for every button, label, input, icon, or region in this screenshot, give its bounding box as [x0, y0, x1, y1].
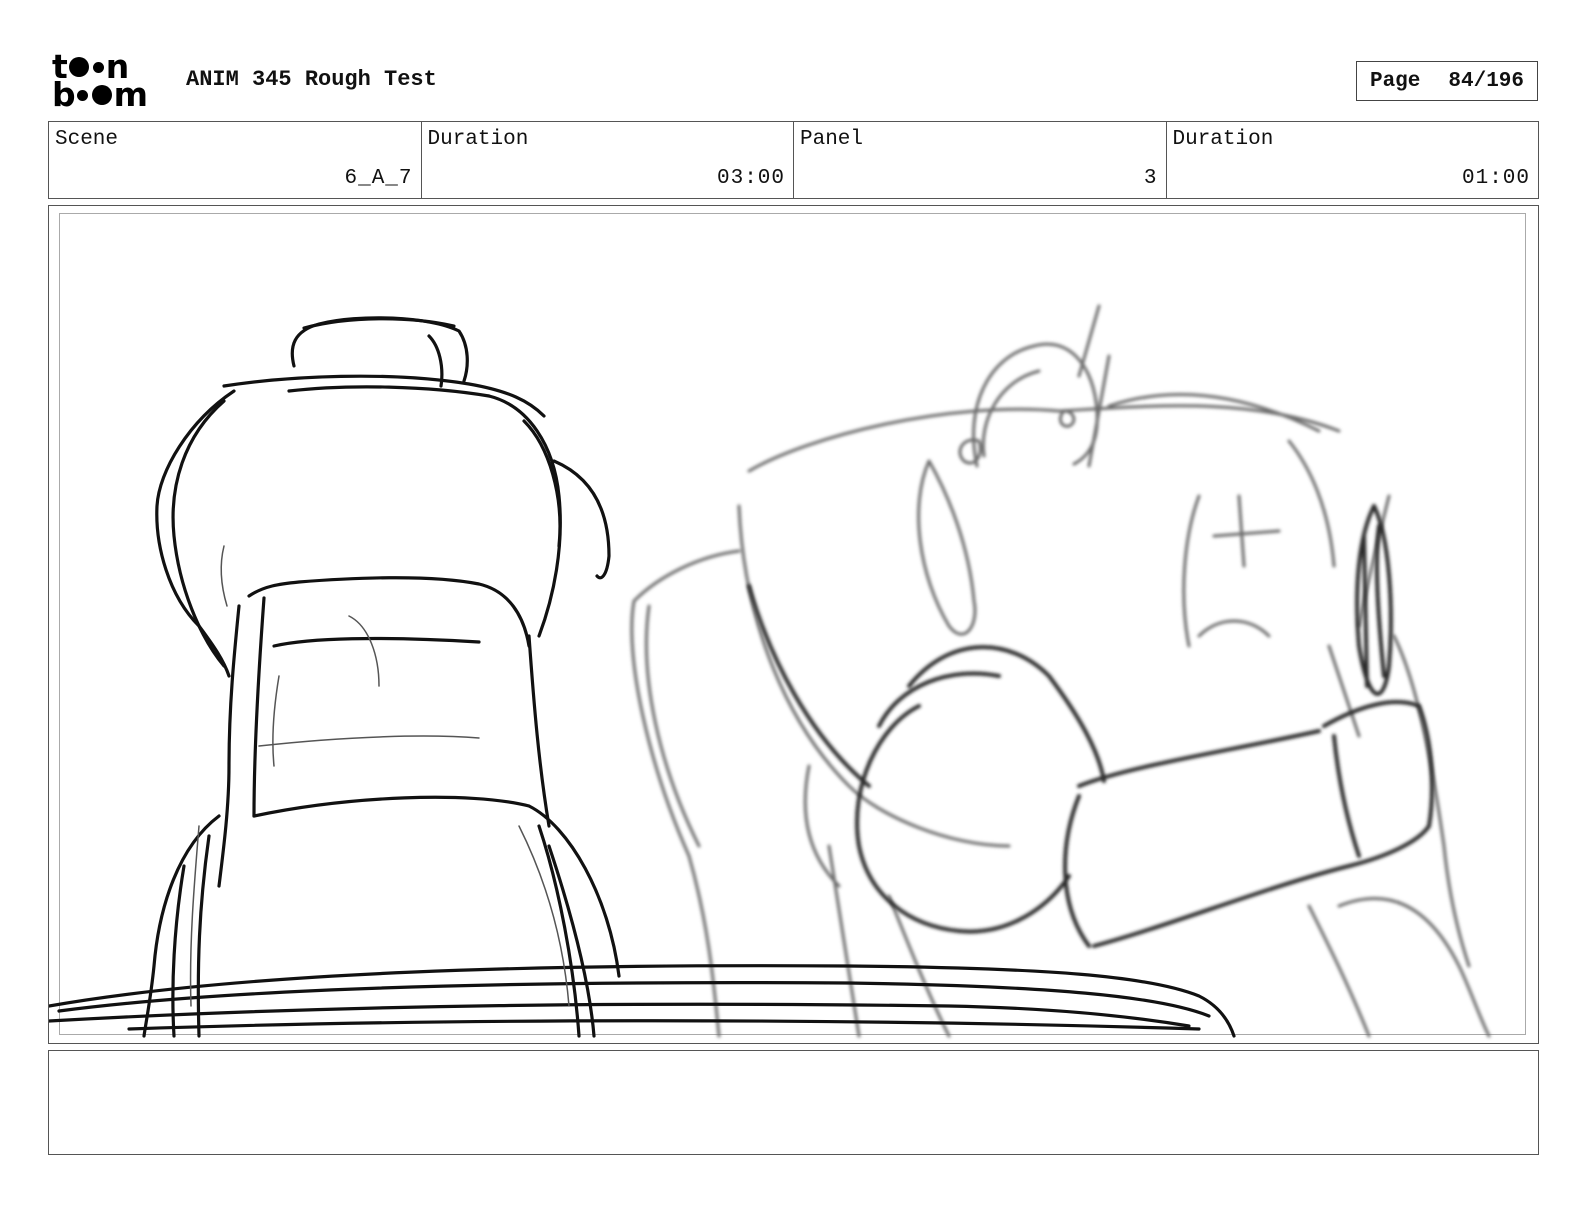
- page-number: 84/196: [1448, 69, 1525, 93]
- panel-cell: Panel 3: [794, 122, 1167, 198]
- panel-duration-label: Duration: [1172, 128, 1274, 151]
- scene-label: Scene: [55, 128, 119, 151]
- foreground-figure-sketch: [49, 316, 1236, 1038]
- panel-duration-cell: Duration 01:00: [1167, 122, 1539, 198]
- panel-label: Panel: [800, 128, 864, 151]
- background-figure-arm: [747, 504, 1434, 948]
- panel-duration-value: 01:00: [1461, 167, 1530, 190]
- panel-notes-box: [48, 1050, 1539, 1155]
- panel-sketch: [49, 304, 1491, 1038]
- scene-value: 6_A_7: [344, 167, 413, 190]
- logo-dot: [91, 85, 112, 105]
- toonboom-logo: t n b m: [52, 50, 164, 114]
- logo-dot: [68, 57, 89, 77]
- scene-duration-value: 03:00: [716, 167, 785, 190]
- scene-duration-label: Duration: [427, 128, 529, 151]
- storyboard-panel: [48, 205, 1539, 1044]
- scene-cell: Scene 6_A_7: [49, 122, 422, 198]
- document-title: ANIM 345 Rough Test: [186, 67, 437, 92]
- scene-duration-cell: Duration 03:00: [422, 122, 794, 198]
- background-figure-sketch: [630, 304, 1491, 1038]
- logo-dot: [76, 89, 88, 101]
- logo-word-bottom: b m: [52, 75, 148, 114]
- scene-info-row: Scene 6_A_7 Duration 03:00 Panel 3 Durat…: [48, 121, 1539, 199]
- page-indicator: Page 84/196: [1356, 61, 1538, 101]
- panel-value: 3: [1143, 167, 1158, 190]
- construction-lines: [189, 545, 570, 1007]
- page-label: Page: [1369, 69, 1421, 93]
- logo-dot: [92, 61, 104, 73]
